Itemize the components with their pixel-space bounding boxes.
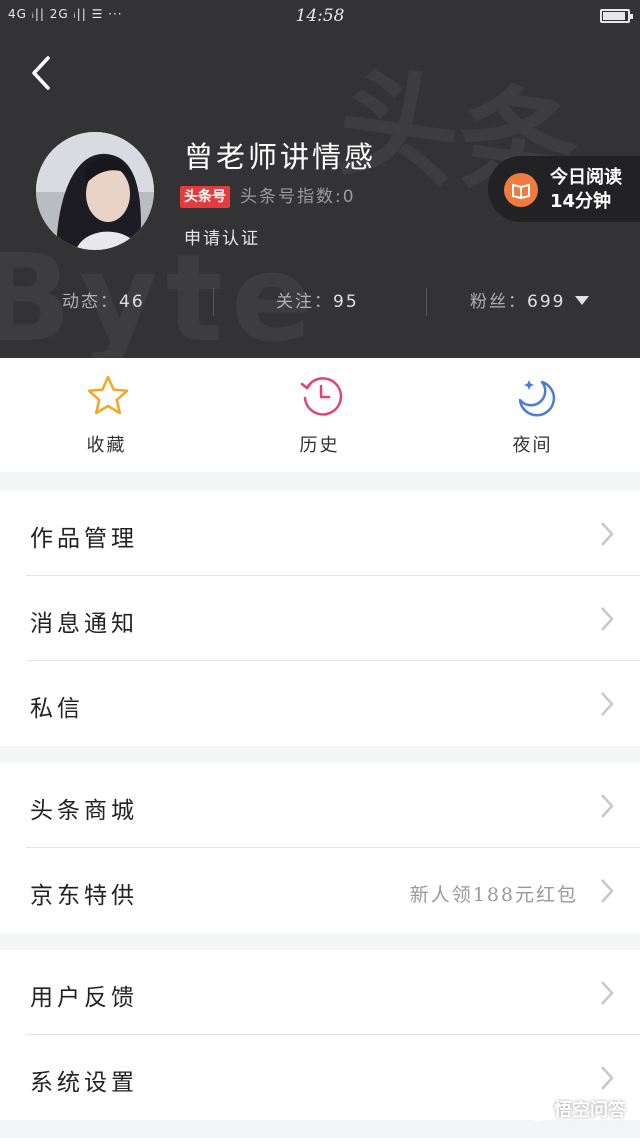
moon-icon [518,380,556,417]
avatar-photo [36,132,154,250]
profile-name: 曾老师讲情感 [184,140,377,174]
stat-dynamics-label: 动态： [62,292,119,312]
wukong-logo-icon [526,1097,550,1121]
menu-item-jd[interactable]: 京东特供 新人领188元红包 [0,848,640,933]
profile-stats: 动态：46 关注：95 粉丝：699 [0,284,640,320]
today-reading-button[interactable]: 今日阅读 14分钟 [488,156,640,222]
chevron-right-icon [601,692,614,716]
menu-item-mall[interactable]: 头条商城 [0,763,640,848]
watermark-text: 悟空问答 [554,1100,626,1121]
stat-following[interactable]: 关注：95 [276,284,359,320]
star-icon [87,375,129,415]
history-label: 历史 [299,435,340,456]
battery-icon [600,9,633,23]
night-mode-label: 夜间 [512,435,553,456]
stat-fans-label: 粉丝： [470,292,527,312]
stat-fans[interactable]: 粉丝：699 [470,284,590,320]
history-button[interactable]: 历史 [213,358,426,472]
status-bar: 4G ᵢ|| 2G ᵢ|| ☰ ··· 14:58 [0,0,640,34]
menu-item-label: 用户反馈 [30,985,138,1011]
menu-item-label: 头条商城 [30,798,138,824]
chevron-left-icon [32,56,50,90]
menu-item-label: 私信 [30,696,84,722]
stat-following-label: 关注： [276,292,333,312]
menu-item-label: 作品管理 [30,526,138,552]
stat-dynamics-value: 46 [119,292,145,312]
menu-item-works[interactable]: 作品管理 [0,491,640,576]
stat-dynamics[interactable]: 动态：46 [62,284,145,320]
chevron-right-icon [601,981,614,1005]
today-reading-label: 今日阅读 [550,167,622,188]
avatar[interactable] [36,132,154,250]
menu-group-1: 作品管理 消息通知 私信 [0,491,640,746]
chevron-right-icon [601,879,614,903]
stat-fans-value: 699 [527,292,566,312]
toutiao-badge: 头条号 [180,186,230,208]
status-time: 14:58 [295,6,345,26]
profile-header: Byte 头条 4G ᵢ|| 2G ᵢ|| ☰ ··· 14:58 曾老师讲情感… [0,0,640,358]
toutiao-index: 头条号指数:0 [240,187,356,207]
history-clock-icon [300,377,343,416]
back-button[interactable] [28,55,58,91]
jd-promo-text: 新人领188元红包 [409,884,578,906]
menu-item-messages[interactable]: 私信 [0,661,640,746]
menu-item-label: 消息通知 [30,611,138,637]
chevron-right-icon [601,794,614,818]
menu-item-label: 京东特供 [30,883,138,909]
book-icon [504,173,538,207]
menu-item-feedback[interactable]: 用户反馈 [0,950,640,1035]
chevron-right-icon [601,1066,614,1090]
menu-group-2: 头条商城 京东特供 新人领188元红包 [0,763,640,933]
chevron-right-icon [601,607,614,631]
menu-group-3: 用户反馈 系统设置 [0,950,640,1120]
favorites-label: 收藏 [86,435,127,456]
favorites-button[interactable]: 收藏 [0,358,213,472]
night-mode-button[interactable]: 夜间 [426,358,639,472]
chevron-right-icon [601,522,614,546]
apply-verification-link[interactable]: 申请认证 [184,224,260,249]
caret-down-icon [575,296,590,305]
watermark: 悟空问答 [526,1096,626,1122]
stat-divider [213,288,214,316]
stat-following-value: 95 [333,292,359,312]
today-reading-value: 14分钟 [550,191,612,212]
quick-actions: 收藏 历史 夜间 [0,358,640,472]
stat-divider [426,288,427,316]
menu-item-label: 系统设置 [30,1070,138,1096]
menu-item-notifications[interactable]: 消息通知 [0,576,640,661]
